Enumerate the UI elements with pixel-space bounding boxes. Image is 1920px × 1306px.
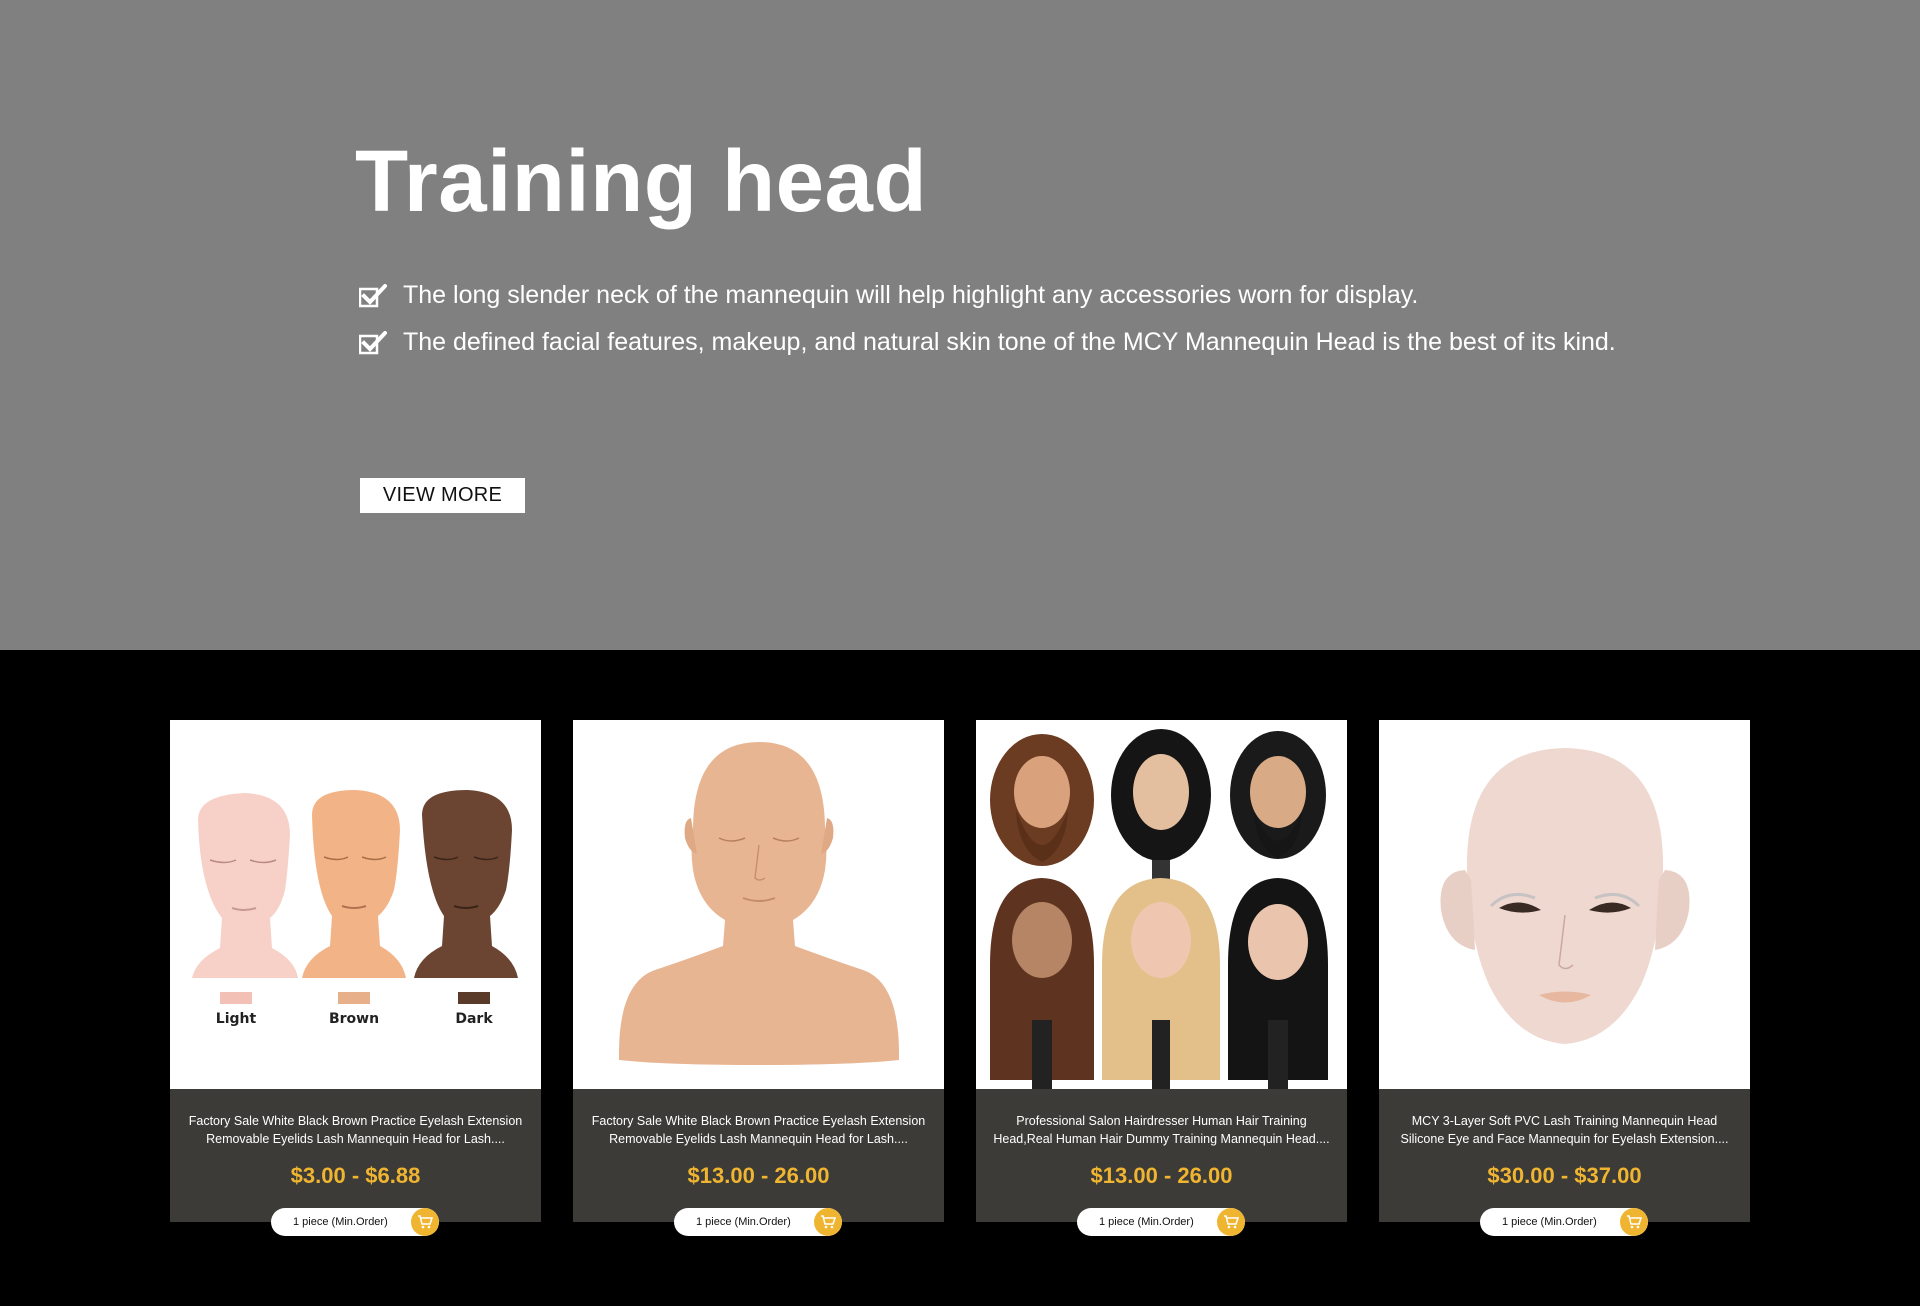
min-order-pill[interactable]: 1 piece (Min.Order) — [674, 1208, 842, 1236]
view-more-button[interactable]: VIEW MORE — [360, 478, 525, 513]
min-order-text: 1 piece (Min.Order) — [293, 1216, 388, 1228]
swatch-label-dark: Dark — [455, 1011, 493, 1027]
cart-icon[interactable] — [1217, 1208, 1245, 1236]
product-card[interactable]: Light Brown Dark Factory Sale White Blac… — [170, 720, 541, 1236]
hero-title: Training head — [355, 133, 928, 230]
product-image[interactable]: Light Brown Dark — [170, 720, 541, 1089]
hero-banner: Training head The long slender neck of t… — [0, 0, 1920, 650]
feature-text: The long slender neck of the mannequin w… — [403, 281, 1419, 309]
min-order-pill[interactable]: 1 piece (Min.Order) — [1077, 1208, 1245, 1236]
checkbox-check-icon — [359, 283, 387, 307]
product-info: Professional Salon Hairdresser Human Hai… — [976, 1089, 1347, 1222]
product-grid: Light Brown Dark Factory Sale White Blac… — [0, 650, 1920, 1306]
product-info: Factory Sale White Black Brown Practice … — [170, 1089, 541, 1222]
product-info: Factory Sale White Black Brown Practice … — [573, 1089, 944, 1222]
product-card[interactable]: Factory Sale White Black Brown Practice … — [573, 720, 944, 1236]
min-order-text: 1 piece (Min.Order) — [1502, 1216, 1597, 1228]
product-name[interactable]: MCY 3-Layer Soft PVC Lash Training Manne… — [1395, 1112, 1734, 1148]
swatch-label-light: Light — [216, 1011, 257, 1027]
cart-icon[interactable] — [411, 1208, 439, 1236]
feature-text: The defined facial features, makeup, and… — [403, 328, 1616, 356]
min-order-text: 1 piece (Min.Order) — [696, 1216, 791, 1228]
feature-item: The defined facial features, makeup, and… — [359, 328, 1616, 357]
product-image[interactable] — [976, 720, 1347, 1089]
product-image[interactable] — [1379, 720, 1750, 1089]
feature-item: The long slender neck of the mannequin w… — [359, 281, 1418, 310]
min-order-pill[interactable]: 1 piece (Min.Order) — [1480, 1208, 1648, 1236]
product-image[interactable] — [573, 720, 944, 1089]
product-card[interactable]: Professional Salon Hairdresser Human Hai… — [976, 720, 1347, 1236]
product-info: MCY 3-Layer Soft PVC Lash Training Manne… — [1379, 1089, 1750, 1222]
product-price: $13.00 - 26.00 — [687, 1163, 830, 1188]
product-name[interactable]: Factory Sale White Black Brown Practice … — [589, 1112, 928, 1148]
product-price: $30.00 - $37.00 — [1487, 1163, 1642, 1188]
product-card[interactable]: MCY 3-Layer Soft PVC Lash Training Manne… — [1379, 720, 1750, 1236]
min-order-text: 1 piece (Min.Order) — [1099, 1216, 1194, 1228]
swatch-label-brown: Brown — [329, 1011, 379, 1027]
min-order-pill[interactable]: 1 piece (Min.Order) — [271, 1208, 439, 1236]
checkbox-check-icon — [359, 330, 387, 354]
product-price: $13.00 - 26.00 — [1090, 1163, 1233, 1188]
product-price: $3.00 - $6.88 — [290, 1163, 421, 1188]
product-name[interactable]: Professional Salon Hairdresser Human Hai… — [992, 1112, 1331, 1148]
cart-icon[interactable] — [814, 1208, 842, 1236]
product-name[interactable]: Factory Sale White Black Brown Practice … — [186, 1112, 525, 1148]
cart-icon[interactable] — [1620, 1208, 1648, 1236]
